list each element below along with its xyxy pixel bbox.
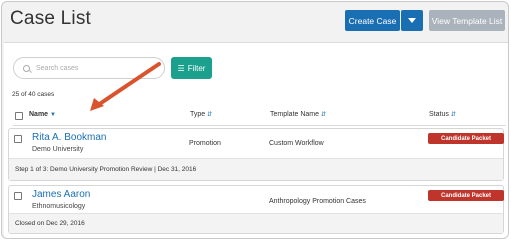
case-list-page: Case List Create Case View Template List… [1,1,509,239]
annotation-arrow-icon [90,62,161,111]
